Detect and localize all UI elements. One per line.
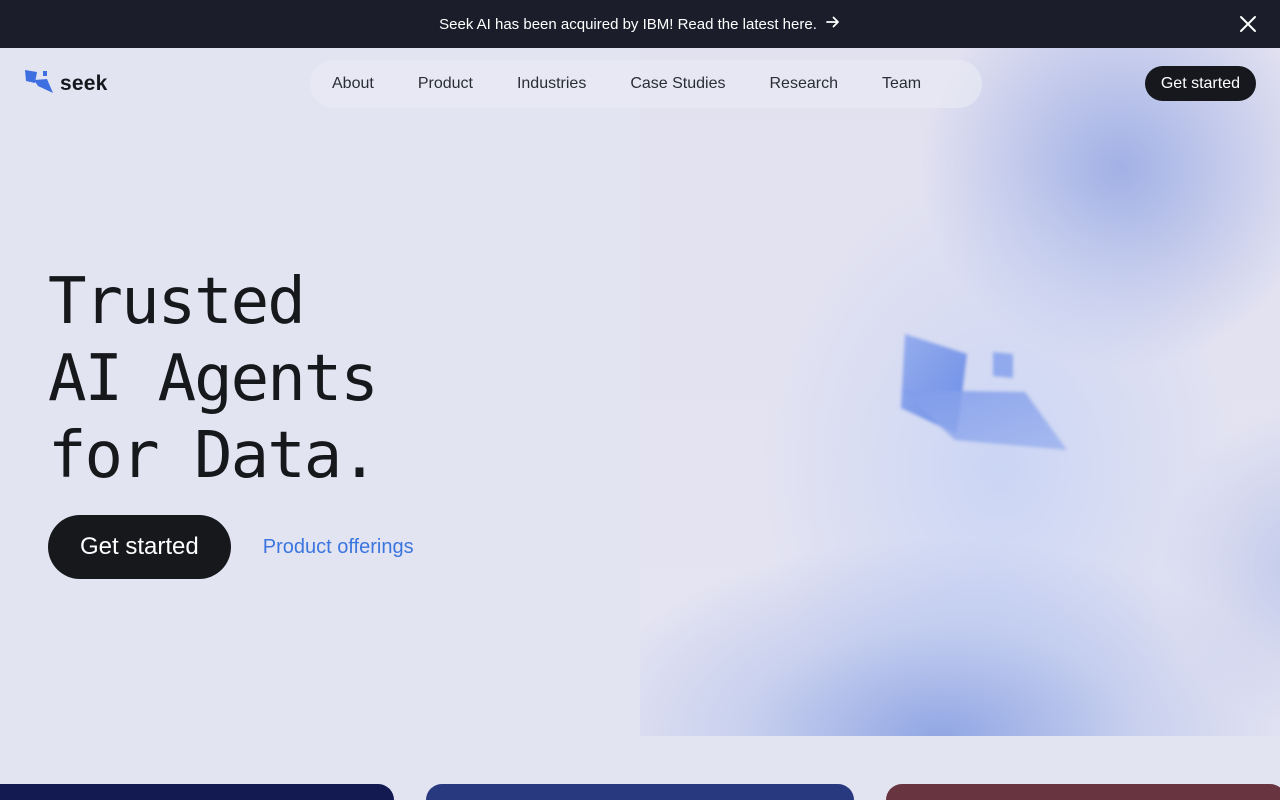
hero-title-line-3: for Data. [48,419,379,493]
close-icon[interactable] [1238,14,1258,34]
seek-3d-mark-icon [895,330,1075,475]
nav-item-team[interactable]: Team [882,75,921,93]
header-get-started-button[interactable]: Get started [1144,66,1256,101]
hero-title-line-2: AI Agents [48,342,379,416]
page: Seek AI has been acquired by IBM! Read t… [0,0,1280,800]
product-offerings-link[interactable]: Product offerings [263,536,414,559]
hero-visual [640,48,1280,736]
announcement-text: Seek AI has been acquired by IBM! Read t… [439,15,817,33]
nav-item-product[interactable]: Product [418,75,473,93]
feature-card-1[interactable] [0,784,394,800]
hero-heading: Trusted AI Agents for Data. [48,264,379,495]
logo-text: seek [60,71,108,95]
nav-item-industries[interactable]: Industries [517,75,586,93]
seek-logo-icon [24,68,54,99]
hero-actions: Get started Product offerings [48,515,414,579]
nav-item-case-studies[interactable]: Case Studies [630,75,725,93]
hero-title-line-1: Trusted [48,265,306,339]
logo[interactable]: seek [24,68,108,99]
arrow-right-icon [825,14,841,34]
announcement-bar: Seek AI has been acquired by IBM! Read t… [0,0,1280,48]
main-nav: About Product Industries Case Studies Re… [310,60,982,108]
feature-card-3[interactable] [886,784,1280,800]
site-header: seek About Product Industries Case Studi… [0,48,1280,120]
nav-item-research[interactable]: Research [770,75,838,93]
feature-card-2[interactable] [426,784,854,800]
announcement-link[interactable]: Seek AI has been acquired by IBM! Read t… [439,14,841,34]
nav-item-about[interactable]: About [332,75,374,93]
hero-get-started-button[interactable]: Get started [48,515,231,579]
